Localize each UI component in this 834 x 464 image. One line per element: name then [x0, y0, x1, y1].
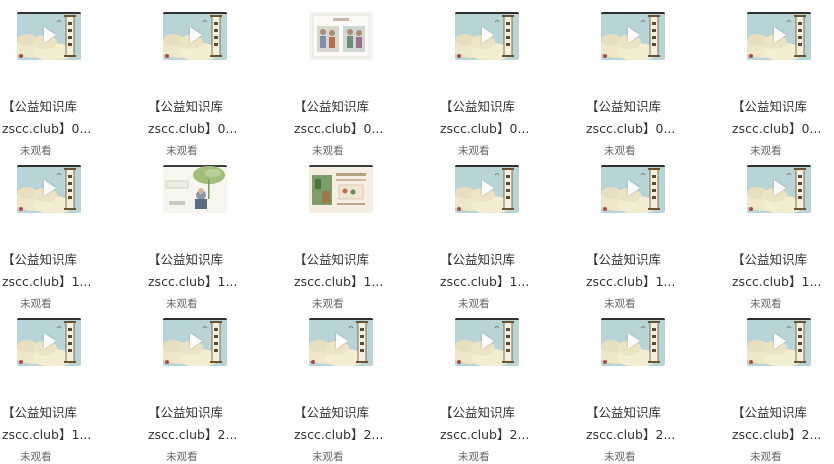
watch-status: 未观看 — [458, 298, 490, 310]
video-title-line1: 【公益知识库 — [148, 252, 224, 267]
play-icon — [774, 27, 786, 43]
watch-status: 未观看 — [312, 451, 344, 463]
video-title-line1: 【公益知识库 — [148, 405, 224, 420]
watch-status: 未观看 — [750, 451, 782, 463]
video-title-line1: 【公益知识库 — [586, 252, 662, 267]
video-title-line2: zscc.club】2... — [586, 427, 676, 442]
video-title-line1: 【公益知识库 — [732, 405, 808, 420]
video-title-line2: zscc.club】0... — [732, 121, 822, 136]
video-title-line2: zscc.club】1... — [2, 427, 92, 442]
video-title-line1: 【公益知识库 — [148, 99, 224, 114]
play-icon — [482, 333, 494, 349]
watch-status: 未观看 — [166, 298, 198, 310]
play-icon — [190, 27, 202, 43]
video-title-line2: zscc.club】1... — [2, 274, 92, 289]
play-icon — [44, 180, 56, 196]
video-title-line2: zscc.club】1... — [586, 274, 676, 289]
video-grid: 【公益知识库 zscc.club】0... 未观看 【公益知识库 zscc.cl… — [0, 0, 834, 463]
video-thumbnail[interactable] — [601, 165, 665, 213]
video-title-line2: zscc.club】0... — [294, 121, 384, 136]
video-title-line1: 【公益知识库 — [732, 99, 808, 114]
video-title-line2: zscc.club】1... — [440, 274, 530, 289]
video-title-line1: 【公益知识库 — [440, 99, 516, 114]
video-thumbnail[interactable] — [163, 165, 227, 213]
video-thumbnail[interactable] — [163, 12, 227, 60]
watch-status: 未观看 — [604, 298, 636, 310]
video-title-line1: 【公益知识库 — [586, 405, 662, 420]
video-title-line2: zscc.club】2... — [732, 427, 822, 442]
video-thumbnail[interactable] — [309, 12, 373, 60]
video-thumbnail[interactable] — [455, 12, 519, 60]
video-title-line1: 【公益知识库 — [2, 99, 78, 114]
video-thumbnail[interactable] — [747, 12, 811, 60]
video-title-line1: 【公益知识库 — [586, 99, 662, 114]
video-title-line2: zscc.club】2... — [294, 427, 384, 442]
watch-status: 未观看 — [750, 298, 782, 310]
watch-status: 未观看 — [312, 298, 344, 310]
video-title-line2: zscc.club】2... — [148, 427, 238, 442]
video-title-line1: 【公益知识库 — [294, 405, 370, 420]
watch-status: 未观看 — [458, 145, 490, 157]
play-icon — [774, 180, 786, 196]
video-thumbnail[interactable] — [309, 318, 373, 366]
video-thumbnail[interactable] — [601, 318, 665, 366]
video-thumbnail[interactable] — [163, 318, 227, 366]
watch-status: 未观看 — [20, 298, 52, 310]
video-title-line2: zscc.club】0... — [2, 121, 92, 136]
video-thumbnail[interactable] — [455, 165, 519, 213]
video-title-line2: zscc.club】1... — [732, 274, 822, 289]
video-thumbnail[interactable] — [17, 12, 81, 60]
video-title-line1: 【公益知识库 — [440, 252, 516, 267]
play-icon — [628, 27, 640, 43]
video-title-line2: zscc.club】1... — [148, 274, 238, 289]
video-thumbnail[interactable] — [455, 318, 519, 366]
video-title-line1: 【公益知识库 — [294, 252, 370, 267]
play-icon — [482, 27, 494, 43]
play-icon — [336, 333, 348, 349]
video-title-line2: zscc.club】2... — [440, 427, 530, 442]
watch-status: 未观看 — [20, 145, 52, 157]
video-title-line1: 【公益知识库 — [2, 405, 78, 420]
video-title-line2: zscc.club】0... — [148, 121, 238, 136]
watch-status: 未观看 — [458, 451, 490, 463]
watch-status: 未观看 — [166, 145, 198, 157]
video-title-line1: 【公益知识库 — [2, 252, 78, 267]
watch-status: 未观看 — [312, 145, 344, 157]
watch-status: 未观看 — [750, 145, 782, 157]
video-thumbnail[interactable] — [601, 12, 665, 60]
watch-status: 未观看 — [604, 145, 636, 157]
watch-status: 未观看 — [604, 451, 636, 463]
video-thumbnail[interactable] — [17, 318, 81, 366]
play-icon — [44, 333, 56, 349]
video-title-line1: 【公益知识库 — [294, 99, 370, 114]
watch-status: 未观看 — [20, 451, 52, 463]
play-icon — [190, 333, 202, 349]
video-thumbnail[interactable] — [747, 318, 811, 366]
play-icon — [774, 333, 786, 349]
video-thumbnail[interactable] — [17, 165, 81, 213]
video-title-line1: 【公益知识库 — [440, 405, 516, 420]
video-title-line2: zscc.club】0... — [440, 121, 530, 136]
watch-status: 未观看 — [166, 451, 198, 463]
play-icon — [44, 27, 56, 43]
video-title-line2: zscc.club】0... — [586, 121, 676, 136]
play-icon — [482, 180, 494, 196]
video-thumbnail[interactable] — [309, 165, 373, 213]
video-title-line2: zscc.club】1... — [294, 274, 384, 289]
video-title-line1: 【公益知识库 — [732, 252, 808, 267]
play-icon — [628, 180, 640, 196]
play-icon — [628, 333, 640, 349]
video-thumbnail[interactable] — [747, 165, 811, 213]
